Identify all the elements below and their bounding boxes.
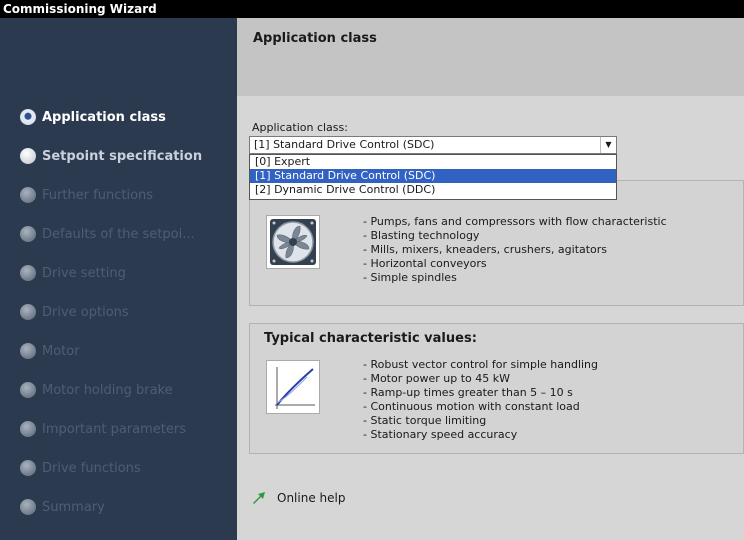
window-title: Commissioning Wizard [0, 0, 744, 18]
online-help-link[interactable]: Online help [251, 490, 345, 506]
list-item: - Ramp-up times greater than 5 – 10 s [363, 386, 573, 399]
list-item: - Blasting technology [363, 229, 480, 242]
step-application-class[interactable]: Application class [20, 107, 166, 127]
step-label: Drive options [42, 304, 129, 320]
step-label: Further functions [42, 187, 154, 203]
step-icon [20, 304, 36, 320]
main-content: Application class: [1] Standard Drive Co… [237, 96, 744, 540]
step-icon [20, 421, 36, 437]
step-drive-setting: Drive setting [20, 263, 126, 283]
arrow-up-right-icon [253, 492, 265, 504]
application-class-dropdown: [0] Expert [1] Standard Drive Control (S… [249, 154, 617, 200]
step-setpoint-specification[interactable]: Setpoint specification [20, 146, 202, 166]
characteristics-panel: Typical characteristic values: - Robust … [249, 323, 744, 454]
application-class-label: Application class: [252, 121, 348, 134]
fan-icon [266, 215, 320, 269]
characteristics-list: - Robust vector control for simple handl… [363, 358, 598, 442]
step-current-icon [20, 109, 36, 125]
list-item: - Robust vector control for simple handl… [363, 358, 599, 371]
step-icon [20, 265, 36, 281]
characteristics-title: Typical characteristic values: [264, 331, 477, 346]
step-motor: Motor [20, 341, 80, 361]
step-label: Drive setting [42, 265, 126, 281]
step-label: Setpoint specification [42, 148, 203, 164]
step-summary: Summary [20, 497, 105, 517]
step-important-parameters: Important parameters [20, 419, 186, 439]
step-icon [20, 460, 36, 476]
step-label: Application class [42, 109, 166, 125]
applications-list: - Pumps, fans and compressors with flow … [363, 215, 667, 285]
step-icon [20, 148, 36, 164]
step-further-functions: Further functions [20, 185, 153, 205]
step-icon [20, 187, 36, 203]
step-label: Drive functions [42, 460, 141, 476]
characteristic-curve-icon [266, 360, 320, 414]
step-label: Motor [42, 343, 80, 359]
wizard-steps-sidebar: Application class Setpoint specification… [0, 18, 237, 540]
step-label: Defaults of the setpoi... [42, 226, 195, 242]
select-value: [1] Standard Drive Control (SDC) [254, 138, 435, 151]
step-defaults-setpoint: Defaults of the setpoi... [20, 224, 195, 244]
application-class-select[interactable]: [1] Standard Drive Control (SDC) ▼ [249, 136, 617, 154]
list-item: - Pumps, fans and compressors with flow … [363, 215, 667, 228]
list-item: - Stationary speed accuracy [363, 428, 518, 441]
step-label: Important parameters [42, 421, 186, 437]
list-item: - Horizontal conveyors [363, 257, 487, 270]
option-expert[interactable]: [0] Expert [250, 155, 616, 169]
page-header: Application class [237, 18, 744, 96]
step-drive-options: Drive options [20, 302, 129, 322]
option-ddc[interactable]: [2] Dynamic Drive Control (DDC) [250, 183, 616, 197]
option-sdc[interactable]: [1] Standard Drive Control (SDC) [250, 169, 616, 183]
step-drive-functions: Drive functions [20, 458, 141, 478]
list-item: - Simple spindles [363, 271, 457, 284]
list-item: - Continuous motion with constant load [363, 400, 580, 413]
list-item: - Motor power up to 45 kW [363, 372, 510, 385]
step-label: Motor holding brake [42, 382, 173, 398]
step-label: Summary [42, 499, 105, 515]
step-icon [20, 343, 36, 359]
step-icon [20, 226, 36, 242]
list-item: - Mills, mixers, kneaders, crushers, agi… [363, 243, 608, 256]
page-title: Application class [253, 31, 377, 46]
step-motor-holding-brake: Motor holding brake [20, 380, 173, 400]
online-help-label: Online help [277, 491, 346, 505]
step-icon [20, 382, 36, 398]
list-item: - Static torque limiting [363, 414, 487, 427]
chevron-down-icon[interactable]: ▼ [600, 137, 616, 153]
step-icon [20, 499, 36, 515]
